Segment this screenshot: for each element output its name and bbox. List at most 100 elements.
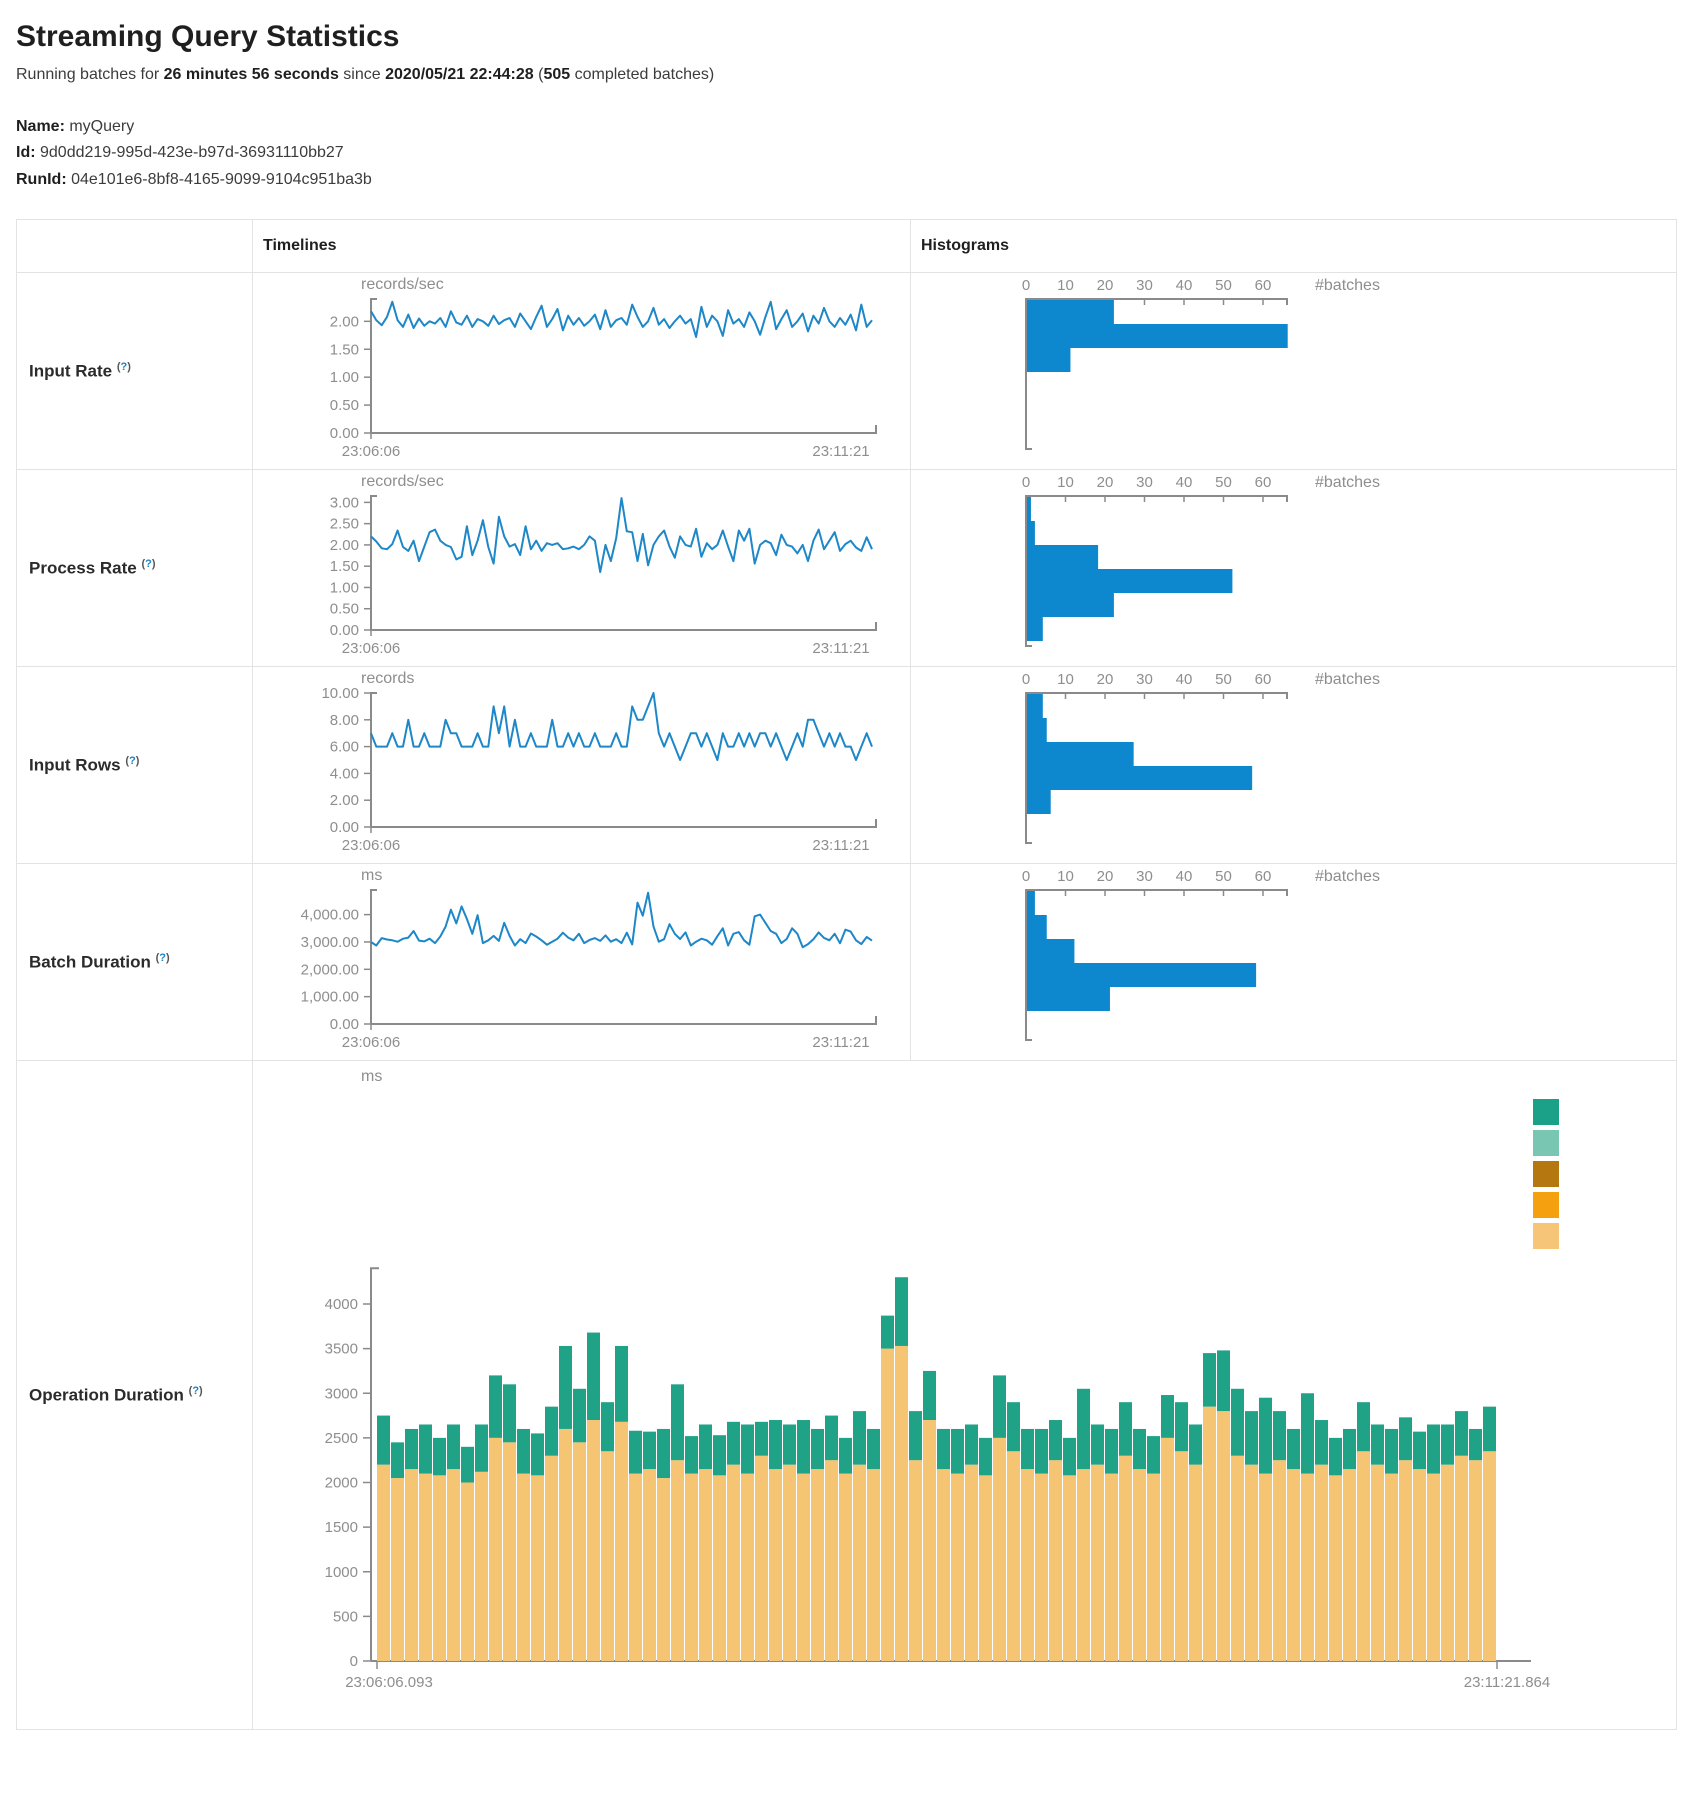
svg-text:20: 20 [1097, 277, 1114, 294]
histograms-header: Histograms [911, 220, 1677, 273]
stacked-bar-top [461, 1447, 474, 1483]
help-tooltip[interactable]: (?) [117, 361, 131, 373]
svg-text:50: 50 [1215, 474, 1232, 491]
query-id-label: Id: [16, 144, 36, 161]
stacked-bar-top [433, 1438, 446, 1475]
stacked-bar-base [867, 1469, 880, 1661]
legend-swatch [1533, 1130, 1559, 1156]
input-rate-label-cell: Input Rate (?) [17, 273, 253, 470]
svg-text:8.00: 8.00 [330, 712, 359, 729]
stacked-bar-base [405, 1469, 418, 1661]
svg-text:1.00: 1.00 [330, 369, 359, 386]
stacked-bar-base [419, 1474, 432, 1661]
stacked-bar-base [1441, 1465, 1454, 1661]
stacked-bar-base [881, 1349, 894, 1661]
histogram-bar [1027, 718, 1047, 742]
stacked-bar-top [1399, 1418, 1412, 1461]
stacked-bar-base [517, 1474, 530, 1661]
stacked-bar-base [1413, 1469, 1426, 1661]
timeline-svg: records/sec0.000.501.001.502.0023:06:062… [253, 273, 903, 469]
input-rate-histogram-chart: 0102030405060#batches [911, 273, 1676, 469]
stacked-bar-base [755, 1456, 768, 1661]
svg-text:500: 500 [333, 1609, 358, 1626]
legend-swatch [1533, 1099, 1559, 1125]
svg-text:20: 20 [1097, 868, 1114, 885]
svg-text:50: 50 [1215, 868, 1232, 885]
timeline-line [371, 302, 872, 337]
stacked-bar-base [825, 1460, 838, 1661]
query-info: Name: myQuery Id: 9d0dd219-995d-423e-b97… [16, 114, 1693, 193]
stacked-bar-top [1063, 1438, 1076, 1475]
svg-text:30: 30 [1136, 277, 1153, 294]
histogram-bar [1027, 617, 1043, 641]
stacked-bar-base [671, 1460, 684, 1661]
stacked-bar-top [405, 1429, 418, 1469]
stacked-bar-top [1287, 1429, 1300, 1469]
svg-text:0.50: 0.50 [330, 397, 359, 414]
query-runid-label: RunId: [16, 171, 67, 188]
batch-duration-row: Batch Duration (?) ms0.001,000.002,000.0… [17, 864, 1677, 1061]
stacked-bar-base [1259, 1474, 1272, 1661]
svg-text:1500: 1500 [325, 1519, 358, 1536]
stacked-bar-base [1399, 1460, 1412, 1661]
stacked-bar-top [1007, 1402, 1020, 1451]
help-tooltip[interactable]: (?) [125, 755, 139, 767]
process-rate-label-cell: Process Rate (?) [17, 470, 253, 667]
batch-duration-histogram-chart: 0102030405060#batches [911, 864, 1676, 1060]
process-rate-timeline-chart: records/sec0.000.501.001.502.002.503.002… [253, 470, 910, 666]
stacked-bar-base [1007, 1451, 1020, 1661]
timeline-line [371, 693, 872, 760]
timeline-line [371, 498, 872, 572]
help-tooltip[interactable]: (?) [189, 1385, 203, 1397]
stacked-bar-base [545, 1456, 558, 1661]
stacked-bar-top [447, 1425, 460, 1470]
stacked-bar-top [727, 1422, 740, 1465]
row-label: Operation Duration [29, 1386, 184, 1405]
svg-text:10: 10 [1057, 474, 1074, 491]
stacked-bar-top [1413, 1432, 1426, 1469]
stacked-bar-base [993, 1438, 1006, 1661]
stacked-bar-top [1259, 1398, 1272, 1474]
stacked-bar-base [1035, 1474, 1048, 1661]
svg-text:60: 60 [1255, 868, 1272, 885]
svg-text:0.00: 0.00 [330, 622, 359, 639]
input-rows-label-cell: Input Rows (?) [17, 667, 253, 864]
stacked-bar-base [1049, 1460, 1062, 1661]
query-runid-line: RunId: 04e101e6-8bf8-4165-9099-9104c951b… [16, 167, 1693, 193]
stacked-bar-top [587, 1333, 600, 1420]
stacked-bar-base [1021, 1469, 1034, 1661]
stacked-bar-top [811, 1429, 824, 1469]
svg-text:0.50: 0.50 [330, 601, 359, 618]
stacked-bar-top [1203, 1353, 1216, 1407]
input-rows-histogram-chart: 0102030405060#batches [911, 667, 1676, 863]
operation-duration-stacked-chart: ms0500100015002000250030003500400023:06:… [253, 1061, 1676, 1729]
histogram-bar [1027, 742, 1134, 766]
svg-text:3.00: 3.00 [330, 495, 359, 512]
question-icon: ? [145, 558, 152, 570]
stacked-bar-base [391, 1478, 404, 1661]
histogram-bar [1027, 521, 1035, 545]
svg-text:ms: ms [361, 867, 382, 884]
stacked-bar-top [559, 1346, 572, 1429]
legend-swatch [1533, 1161, 1559, 1187]
svg-text:10: 10 [1057, 868, 1074, 885]
stacked-bar-base [1385, 1474, 1398, 1661]
svg-text:0: 0 [1022, 671, 1030, 688]
stacked-bar-base [615, 1422, 628, 1661]
stacked-bar-top [1455, 1411, 1468, 1456]
svg-text:1000: 1000 [325, 1564, 358, 1581]
timeline-svg: ms0.001,000.002,000.003,000.004,000.0023… [253, 864, 903, 1060]
stacked-bar-base [1203, 1407, 1216, 1661]
stacked-bar-top [1161, 1395, 1174, 1438]
histogram-bar [1027, 593, 1114, 617]
stacked-bar-top [923, 1371, 936, 1420]
stacked-bar-base [1217, 1411, 1230, 1661]
stacked-bar-base [1189, 1465, 1202, 1661]
stacked-bar-base [433, 1476, 446, 1662]
help-tooltip[interactable]: (?) [156, 952, 170, 964]
stacked-bar-top [1483, 1407, 1496, 1452]
stacked-bar-top [1217, 1351, 1230, 1412]
help-tooltip[interactable]: (?) [141, 558, 155, 570]
page: Streaming Query Statistics Running batch… [0, 0, 1693, 1750]
question-icon: ? [129, 755, 136, 767]
